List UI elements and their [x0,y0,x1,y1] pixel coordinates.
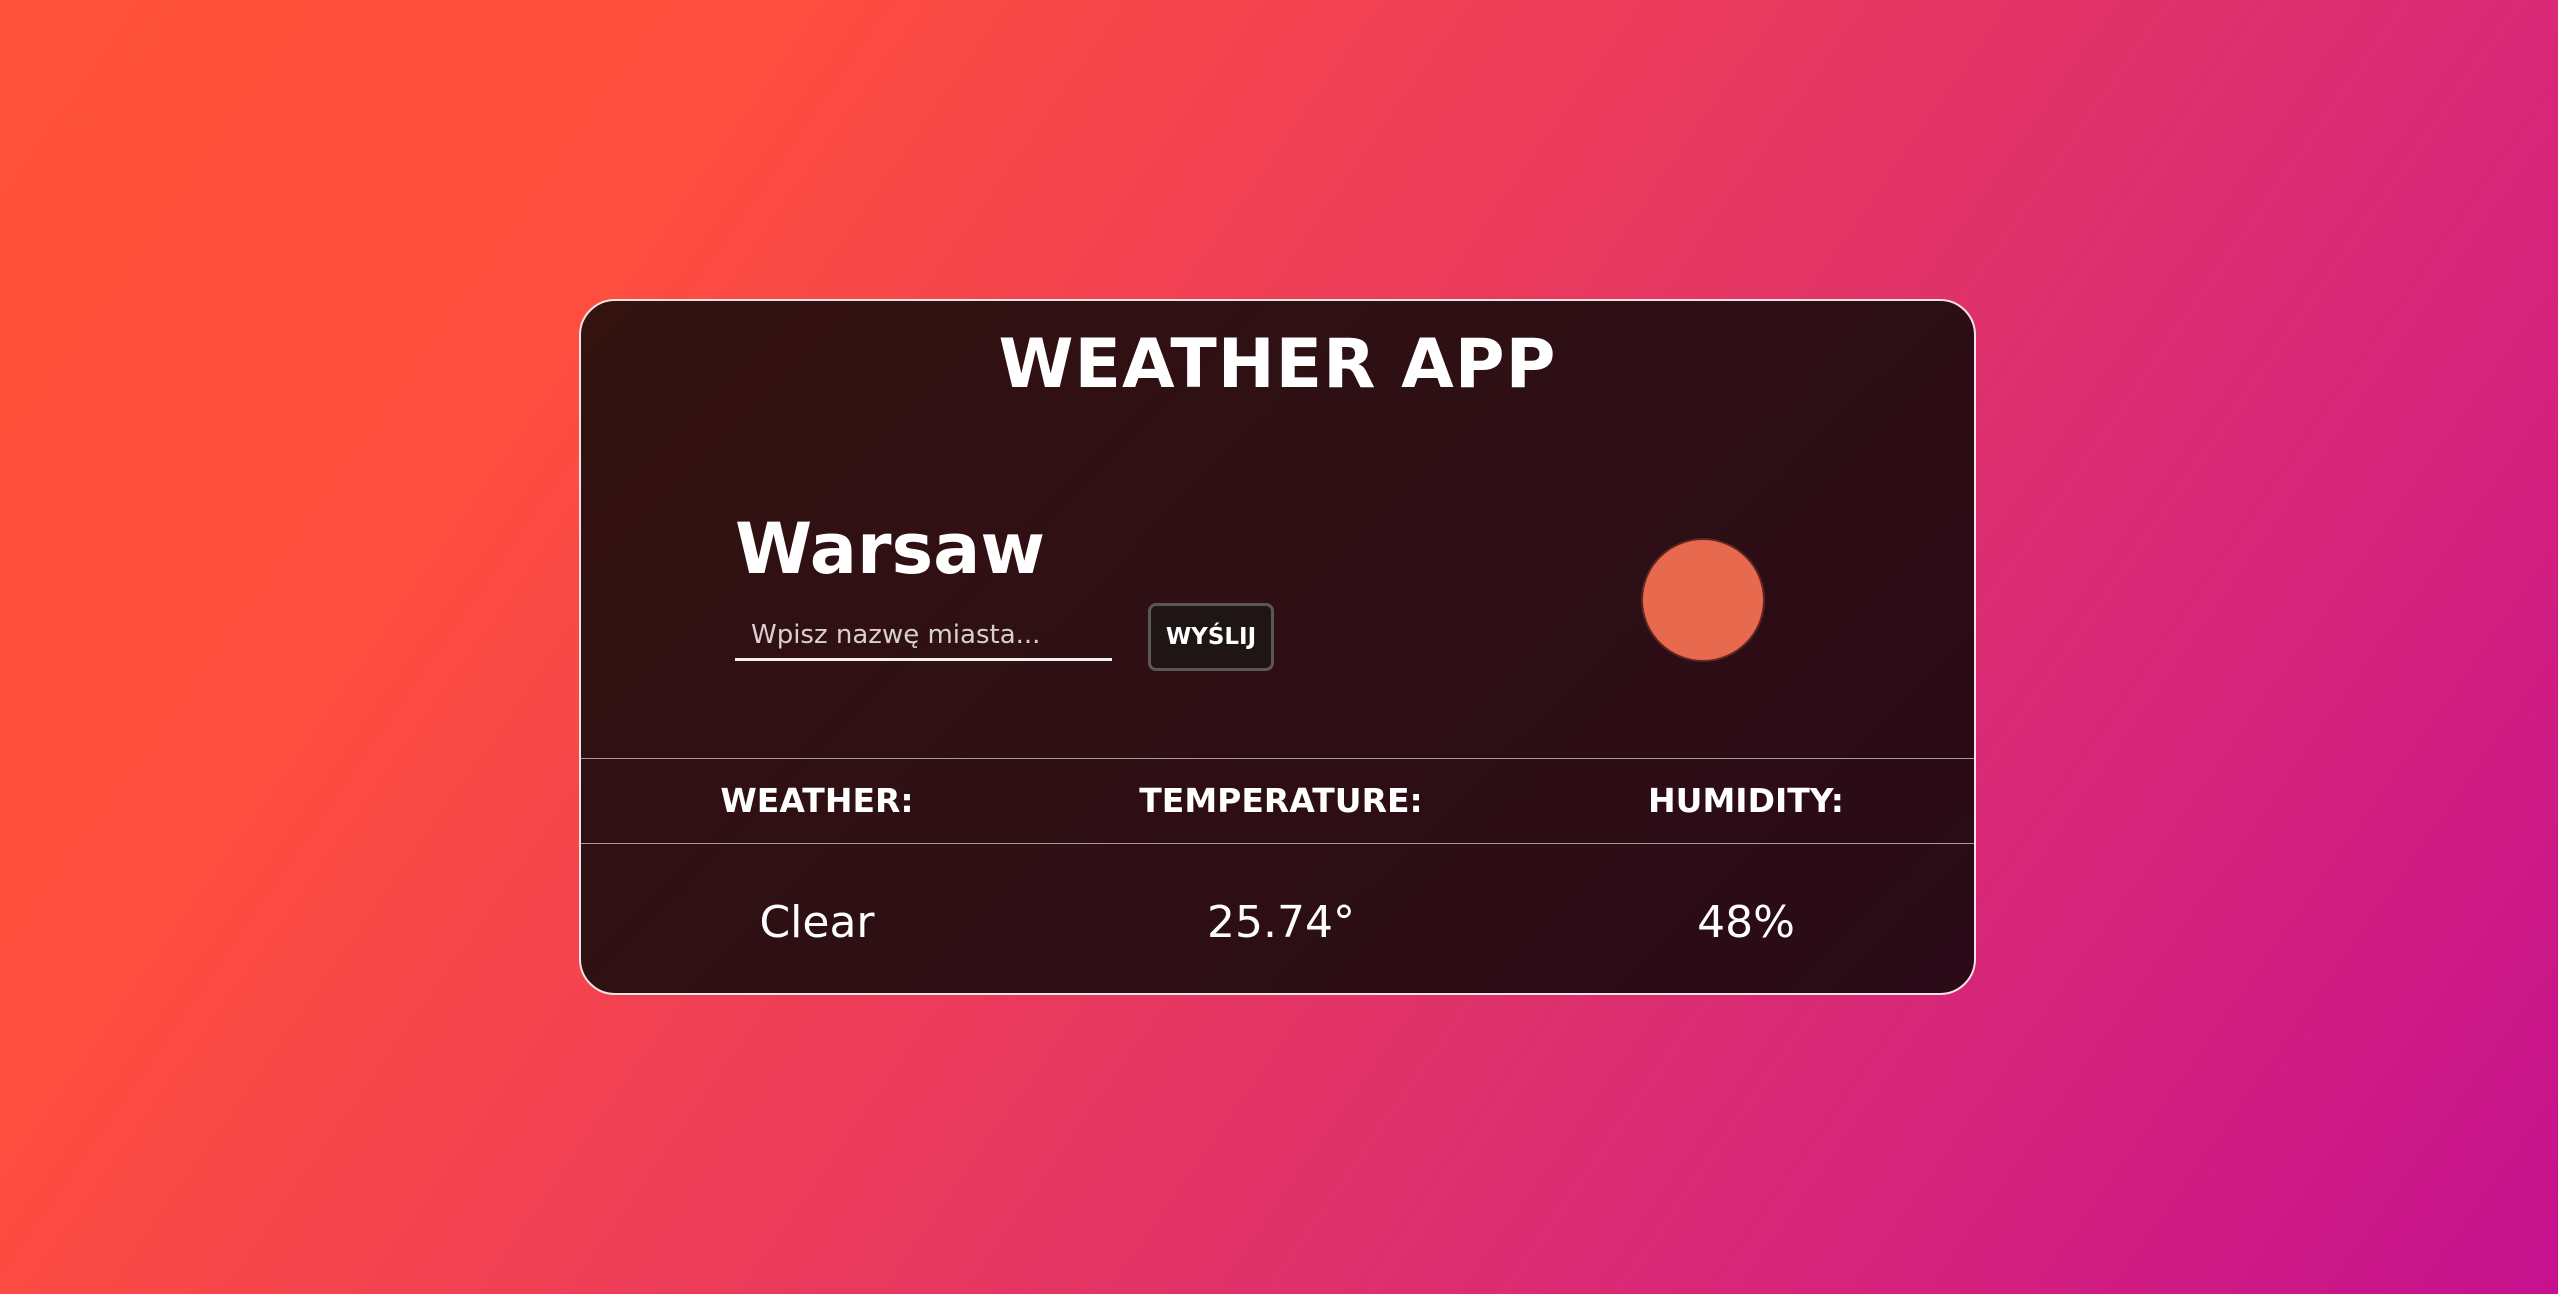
city-name: Warsaw [735,508,1046,590]
divider-middle [581,843,1974,844]
sun-icon [1643,540,1763,660]
weather-card: WEATHER APP Warsaw WYŚLIJ WEATHER: TEMPE… [579,299,1976,995]
weather-value: Clear [759,897,875,948]
send-button[interactable]: WYŚLIJ [1148,603,1274,671]
temperature-value: 25.74° [1207,897,1355,948]
temperature-header: TEMPERATURE: [1139,781,1423,820]
humidity-header: HUMIDITY: [1648,781,1844,820]
app-title: WEATHER APP [998,325,1557,404]
divider-top [581,758,1974,759]
city-search-input[interactable] [735,611,1112,661]
weather-header: WEATHER: [720,781,914,820]
humidity-value: 48% [1697,897,1795,948]
